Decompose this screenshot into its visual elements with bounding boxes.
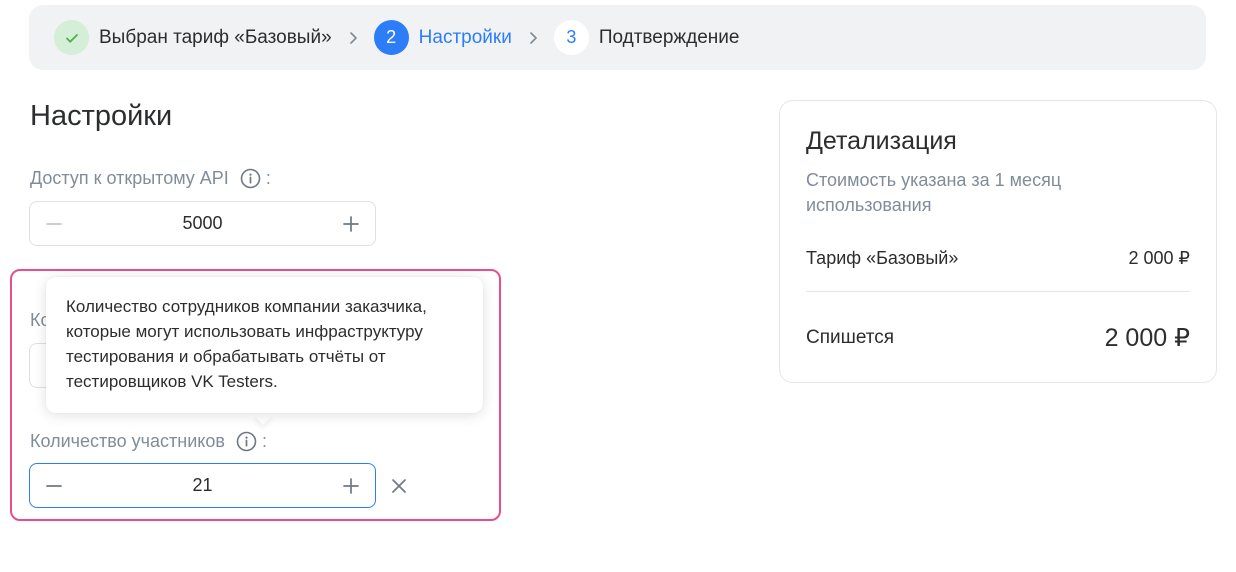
- step-settings-label: Настройки: [418, 26, 512, 48]
- clear-button[interactable]: [389, 476, 409, 496]
- details-card: Детализация Стоимость указана за 1 месяц…: [779, 100, 1217, 383]
- tariff-price: 2 000 ₽: [1128, 248, 1191, 268]
- participants-label: Количество участников :: [30, 431, 267, 452]
- details-subtitle: Стоимость указана за 1 месяц использован…: [806, 170, 1062, 215]
- page-title: Настройки: [30, 100, 173, 132]
- plus-icon: [343, 215, 359, 232]
- tariff-row: Тариф «Базовый» 2 000 ₽: [806, 248, 1190, 269]
- tariff-label: Тариф «Базовый»: [806, 248, 959, 268]
- chevron-right-icon: [528, 31, 540, 45]
- chevron-right-icon: [348, 31, 360, 45]
- check-icon: [65, 33, 78, 43]
- step-tariff[interactable]: Выбран тариф «Базовый»: [54, 20, 332, 55]
- decrement-button[interactable]: [42, 212, 66, 236]
- decrement-button[interactable]: [42, 474, 66, 498]
- participants-label-text: Количество участников: [30, 431, 225, 451]
- total-price: 2 000 ₽: [1104, 324, 1190, 352]
- info-icon[interactable]: [240, 168, 261, 189]
- api-access-colon: :: [265, 168, 271, 188]
- tooltip: Количество сотрудников компании заказчик…: [46, 277, 483, 413]
- total-label: Спишется: [806, 327, 895, 348]
- api-access-label: Доступ к открытому API :: [30, 168, 271, 189]
- increment-button[interactable]: [339, 474, 363, 498]
- step-confirmation[interactable]: 3 Подтверждение: [553, 20, 740, 55]
- info-icon[interactable]: [236, 431, 257, 452]
- close-icon: [392, 479, 406, 493]
- plus-icon: [343, 477, 359, 494]
- participants-value[interactable]: 21: [192, 475, 212, 496]
- total-row: Спишется 2 000 ₽: [806, 323, 1190, 353]
- participants-stepper: 21: [29, 463, 376, 508]
- step-tariff-label: Выбран тариф «Базовый»: [99, 26, 332, 48]
- minus-icon: [46, 484, 62, 487]
- step-confirmation-label: Подтверждение: [598, 26, 740, 48]
- step-confirmation-number: 3: [553, 20, 589, 55]
- api-access-label-text: Доступ к открытому API: [30, 168, 229, 188]
- divider: [806, 291, 1190, 292]
- api-access-value[interactable]: 5000: [182, 213, 222, 234]
- api-access-stepper: 5000: [29, 201, 376, 246]
- step-done-badge: [54, 20, 89, 55]
- step-settings[interactable]: 2 Настройки: [373, 20, 512, 55]
- checkout-stepper: Выбран тариф «Базовый» 2 Настройки 3 Под…: [29, 5, 1206, 70]
- step-settings-number: 2: [373, 20, 409, 55]
- details-title: Детализация: [806, 127, 957, 155]
- minus-icon: [46, 222, 62, 225]
- participants-colon: :: [261, 431, 267, 451]
- increment-button[interactable]: [339, 212, 363, 236]
